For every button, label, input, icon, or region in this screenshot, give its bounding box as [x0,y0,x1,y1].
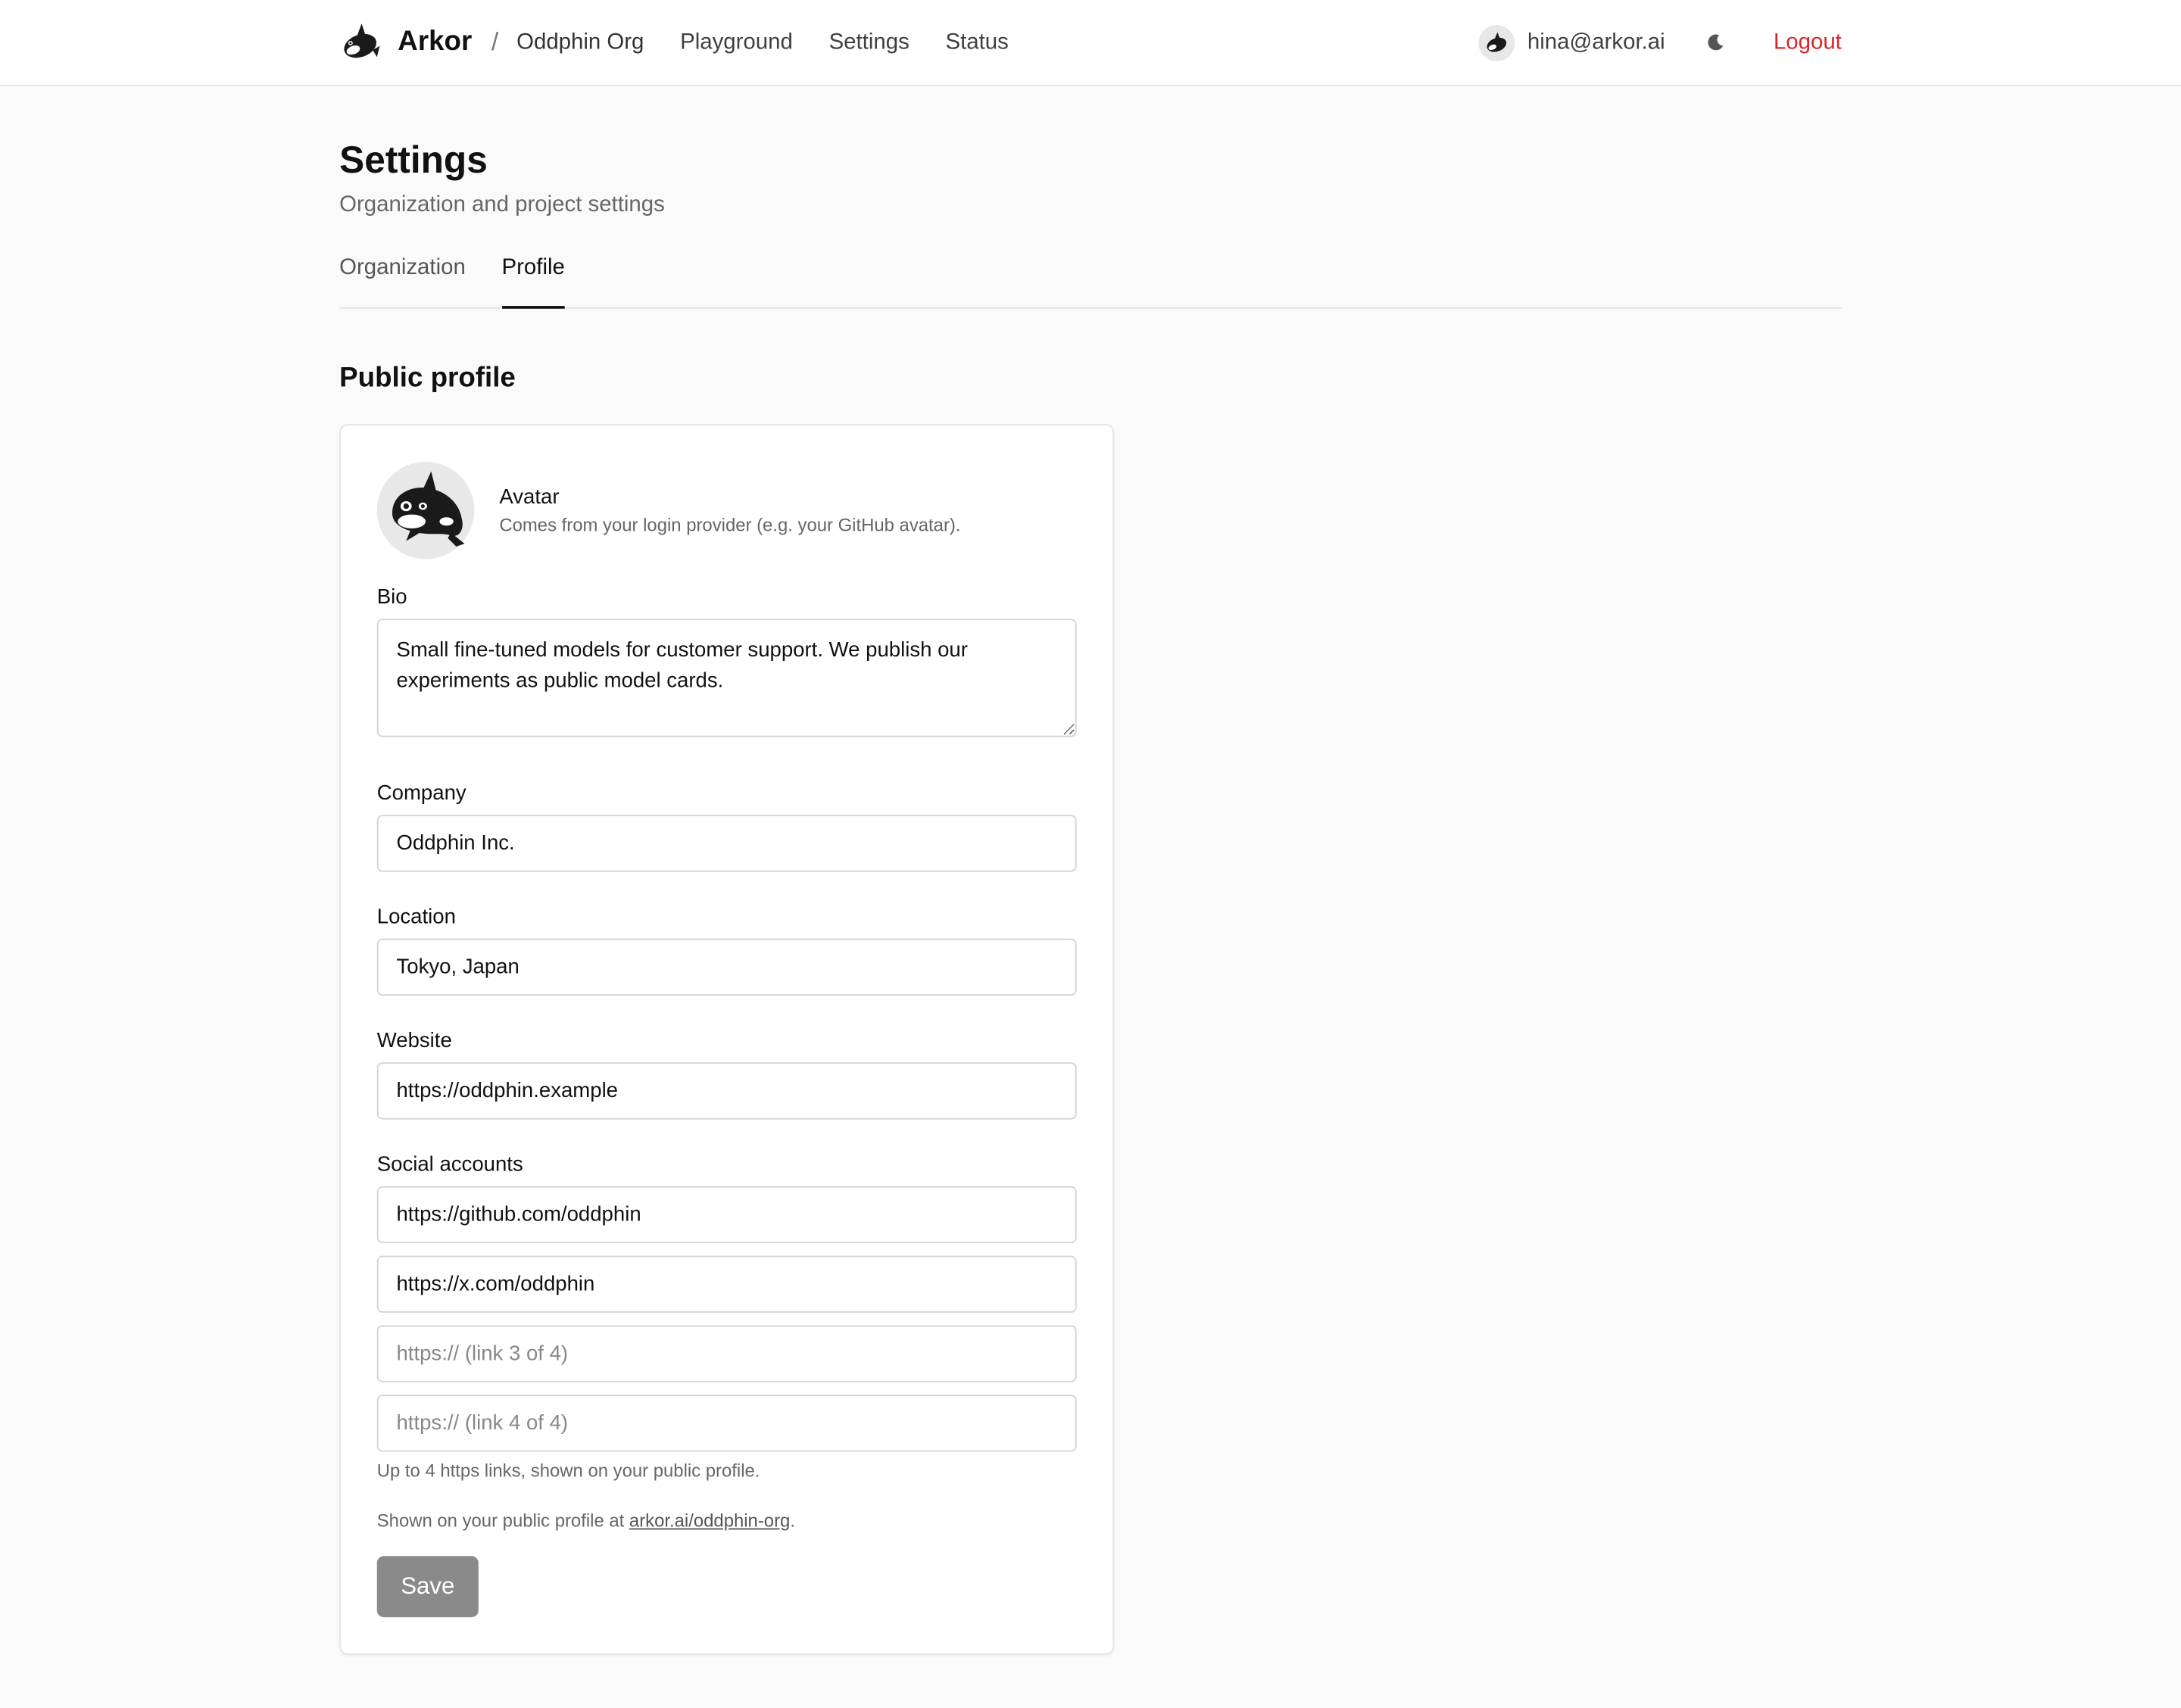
location-label: Location [376,905,456,929]
social-accounts-label: Social accounts [376,1152,523,1177]
public-profile-note: Shown on your public profile at arkor.ai… [377,1510,1077,1532]
settings-tabs: Organization Profile [339,248,1842,309]
public-profile-link[interactable]: arkor.ai/oddphin-org [629,1510,790,1532]
save-button[interactable]: Save [376,1556,479,1618]
user-avatar[interactable] [1478,24,1515,61]
website-label: Website [376,1029,452,1053]
social-link-3-input[interactable] [376,1325,1077,1382]
tab-organization[interactable]: Organization [339,248,466,307]
company-input[interactable] [376,815,1077,872]
location-input[interactable] [376,938,1077,996]
logout-button[interactable]: Logout [1774,30,1842,55]
brand[interactable]: Arkor [339,21,472,63]
orca-logo-icon [344,23,380,58]
theme-toggle-button[interactable] [1704,31,1726,53]
avatar-row: Avatar Comes from your login provider (e… [376,461,1077,559]
breadcrumb-separator: / [491,27,499,56]
top-nav-inner: Arkor / Oddphin Org Playground Settings … [339,0,1842,85]
nav-settings[interactable]: Settings [829,30,910,55]
bio-textarea[interactable]: Small fine-tuned models for customer sup… [376,619,1077,737]
main-content: Settings Organization and project settin… [339,86,1842,1655]
orca-icon [392,471,465,547]
page-title: Settings [339,139,488,181]
nav-status[interactable]: Status [946,30,1009,55]
avatar-label: Avatar [499,485,560,510]
social-link-1-input[interactable] [376,1186,1077,1244]
brand-name: Arkor [398,26,473,58]
orca-icon [1487,31,1507,51]
social-link-2-input[interactable] [376,1255,1077,1313]
moon-icon [1707,34,1723,51]
avatar-meta: Avatar Comes from your login provider (e… [499,485,960,535]
top-nav: Arkor / Oddphin Org Playground Settings … [0,0,2181,86]
bio-label: Bio [376,585,407,609]
avatar [376,461,475,559]
company-label: Company [376,781,466,806]
section-title: Public profile [339,363,516,394]
public-note-prefix: Shown on your public profile at [376,1510,629,1532]
avatar-help-text: Comes from your login provider (e.g. you… [499,514,961,536]
public-note-suffix: . [790,1510,795,1532]
page: Arkor / Oddphin Org Playground Settings … [0,0,2181,1708]
profile-card: Avatar Comes from your login provider (e… [339,424,1115,1655]
tab-profile[interactable]: Profile [501,248,566,309]
nav-playground[interactable]: Playground [680,30,793,55]
website-input[interactable] [376,1062,1077,1120]
social-link-4-input[interactable] [376,1395,1077,1452]
user-email[interactable]: hina@arkor.ai [1527,30,1665,55]
org-switcher[interactable]: Oddphin Org [516,30,644,55]
main-nav: Playground Settings Status [680,30,1044,55]
social-hint: Up to 4 https links, shown on your publi… [376,1460,760,1482]
user-area: hina@arkor.ai Logout [1478,24,1842,61]
page-subtitle: Organization and project settings [339,193,665,217]
